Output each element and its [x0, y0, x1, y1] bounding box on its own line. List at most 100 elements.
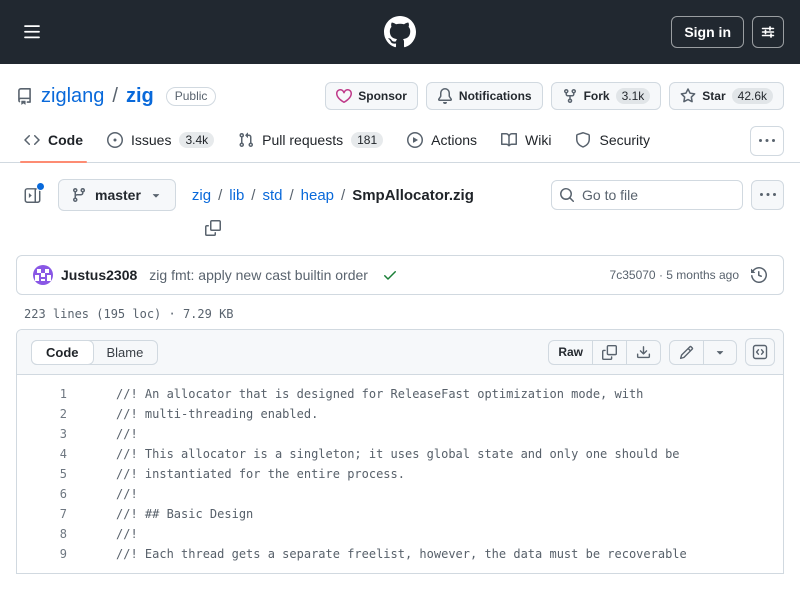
breadcrumb-separator: / — [341, 187, 345, 204]
code-line-row: 2//! multi-threading enabled. — [17, 404, 783, 424]
tab-code[interactable]: Code — [16, 120, 91, 162]
breadcrumb-separator: / — [251, 187, 255, 204]
sponsor-button[interactable]: Sponsor — [325, 82, 418, 110]
raw-copy-download-group: Raw — [548, 340, 661, 365]
repo-separator: / — [112, 85, 118, 108]
star-count-badge: 42.6k — [732, 88, 773, 104]
file-tree-toggle-button[interactable] — [16, 179, 48, 211]
star-label: Star — [702, 89, 725, 103]
sign-in-button[interactable]: Sign in — [671, 16, 744, 48]
line-content: //! — [75, 524, 138, 544]
history-icon — [751, 267, 767, 283]
tab-wiki[interactable]: Wiki — [493, 120, 559, 162]
visibility-badge: Public — [166, 87, 217, 106]
appearance-settings-button[interactable] — [752, 16, 784, 48]
kebab-icon — [759, 133, 775, 149]
file-meta: 223 lines (195 loc) · 7.29 KB — [0, 295, 800, 329]
avatar[interactable] — [33, 265, 53, 285]
breadcrumb-separator: / — [218, 187, 222, 204]
sliders-icon — [760, 24, 776, 40]
check-icon[interactable] — [382, 267, 398, 283]
tab-wiki-label: Wiki — [525, 132, 551, 148]
repo-title: ziglang / zig Public — [16, 85, 216, 108]
line-content: //! — [75, 424, 138, 444]
repo-owner-link[interactable]: ziglang — [41, 85, 104, 108]
tab-code-label: Code — [48, 132, 83, 148]
tab-issues[interactable]: Issues 3.4k — [99, 120, 222, 162]
commit-message-link[interactable]: zig fmt: apply new cast builtin order — [149, 267, 368, 283]
line-number[interactable]: 3 — [17, 424, 75, 444]
copy-path-button[interactable] — [200, 215, 226, 241]
caret-down-icon — [713, 345, 727, 359]
code-line-row: 5//! instantiated for the entire process… — [17, 464, 783, 484]
hamburger-icon — [23, 23, 41, 41]
tab-security[interactable]: Security — [567, 120, 658, 162]
pencil-icon — [679, 345, 694, 360]
branch-selector-button[interactable]: master — [58, 179, 176, 211]
breadcrumb-separator: / — [289, 187, 293, 204]
raw-button[interactable]: Raw — [549, 341, 592, 364]
commit-author-link[interactable]: Justus2308 — [61, 267, 137, 283]
line-number[interactable]: 9 — [17, 544, 75, 564]
file-nav-more-button[interactable] — [751, 180, 784, 210]
notifications-button[interactable]: Notifications — [426, 82, 543, 110]
commit-history-button[interactable] — [751, 267, 767, 283]
branch-icon — [71, 187, 87, 203]
breadcrumb-file-name: SmpAllocator.zig — [352, 187, 474, 204]
symbols-panel-button[interactable] — [745, 338, 775, 366]
go-to-file-input[interactable] — [551, 180, 743, 210]
tab-pull-requests-label: Pull requests — [262, 132, 343, 148]
breadcrumb-item-lib[interactable]: lib — [229, 187, 244, 204]
repo-header: ziglang / zig Public Sponsor Notificatio… — [0, 64, 800, 120]
notifications-label: Notifications — [459, 89, 532, 103]
edit-dropdown-button[interactable] — [703, 341, 736, 364]
latest-commit-bar: Justus2308 zig fmt: apply new cast built… — [16, 255, 784, 295]
tab-issues-label: Issues — [131, 132, 171, 148]
commit-sha[interactable]: 7c35070 — [610, 268, 656, 282]
repo-name-link[interactable]: zig — [126, 85, 154, 108]
github-logo[interactable] — [384, 16, 416, 48]
code-line-row: 4//! This allocator is a singleton; it u… — [17, 444, 783, 464]
code-line-row: 6//! — [17, 484, 783, 504]
fork-button[interactable]: Fork 3.1k — [551, 82, 662, 110]
line-content: //! instantiated for the entire process. — [75, 464, 405, 484]
breadcrumb-item-zig[interactable]: zig — [192, 187, 211, 204]
star-button[interactable]: Star 42.6k — [669, 82, 784, 110]
bell-icon — [437, 88, 453, 104]
download-raw-button[interactable] — [626, 341, 660, 364]
pull-requests-count-badge: 181 — [351, 132, 383, 148]
tab-actions[interactable]: Actions — [399, 120, 485, 162]
issues-count-badge: 3.4k — [179, 132, 214, 148]
breadcrumb-item-heap[interactable]: heap — [301, 187, 334, 204]
line-number[interactable]: 2 — [17, 404, 75, 424]
more-tabs-button[interactable] — [750, 126, 784, 156]
line-number[interactable]: 1 — [17, 384, 75, 404]
copy-raw-button[interactable] — [592, 341, 626, 364]
hamburger-menu-button[interactable] — [16, 16, 48, 48]
commit-time: 5 months ago — [666, 268, 739, 282]
breadcrumb-item-std[interactable]: std — [262, 187, 282, 204]
branch-name: master — [95, 187, 141, 203]
line-content: //! ## Basic Design — [75, 504, 253, 524]
line-number[interactable]: 4 — [17, 444, 75, 464]
pull-request-icon — [238, 132, 254, 148]
line-number[interactable]: 7 — [17, 504, 75, 524]
edit-file-button[interactable] — [670, 341, 703, 364]
code-toolbar: Code Blame Raw — [17, 330, 783, 375]
line-number[interactable]: 5 — [17, 464, 75, 484]
code-line-row: 3//! — [17, 424, 783, 444]
line-number[interactable]: 6 — [17, 484, 75, 504]
code-line-row: 1//! An allocator that is designed for R… — [17, 384, 783, 404]
tab-pull-requests[interactable]: Pull requests 181 — [230, 120, 391, 162]
line-number[interactable]: 8 — [17, 524, 75, 544]
code-line-row: 8//! — [17, 524, 783, 544]
edit-group — [669, 340, 737, 365]
blame-view-tab[interactable]: Blame — [93, 341, 158, 364]
sponsor-label: Sponsor — [358, 89, 407, 103]
symbols-icon — [752, 344, 768, 360]
notification-dot — [36, 182, 45, 191]
commit-sha-and-time[interactable]: 7c35070 · 5 months ago — [610, 268, 739, 282]
wiki-icon — [501, 132, 517, 148]
code-view-tab[interactable]: Code — [31, 340, 94, 365]
file-content-panel: Code Blame Raw — [16, 329, 784, 574]
